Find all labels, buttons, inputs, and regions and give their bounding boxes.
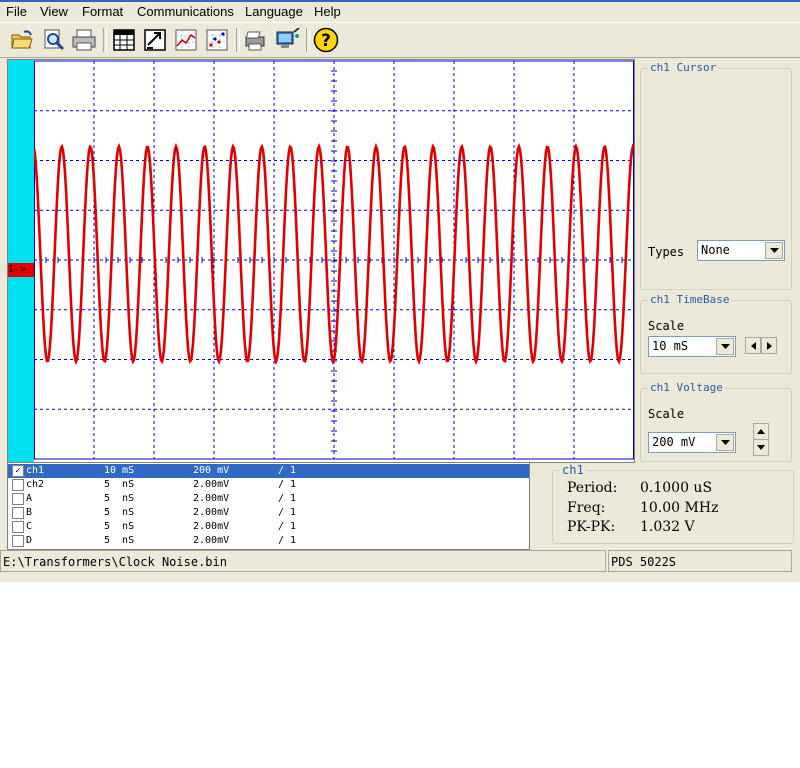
toolbar-separator <box>236 28 240 52</box>
voltage-scale-label: Scale <box>648 407 685 421</box>
table-row[interactable]: A 5 nS 2.00mV / 1 <box>8 492 529 506</box>
device-model: PDS 5022S <box>608 550 792 572</box>
types-select[interactable]: None <box>697 240 785 261</box>
channel-probe: / 1 <box>278 465 297 476</box>
timebase-right-button[interactable] <box>761 337 777 354</box>
freq-label: Freq: <box>567 500 606 516</box>
channel-checkbox[interactable] <box>12 535 24 547</box>
channel-1-marker[interactable]: 1-> <box>8 263 34 277</box>
channel-time: 5 nS <box>104 479 135 490</box>
channel-checkbox[interactable] <box>12 521 24 533</box>
channel-name: C <box>26 521 33 532</box>
channel-volt: 2.00mV <box>193 521 230 532</box>
menu-help[interactable]: Help <box>312 4 343 19</box>
open-folder-icon[interactable] <box>8 26 36 54</box>
waveform-plot[interactable] <box>34 60 634 462</box>
measurement-group: ch1 Period: 0.1000 uS Freq: 10.00 MHz PK… <box>552 463 794 544</box>
channel-time: 5 nS <box>104 507 135 518</box>
help-icon[interactable]: ? <box>312 26 340 54</box>
channel-name: B <box>26 507 33 518</box>
channel-volt: 2.00mV <box>193 479 230 490</box>
channel-list: ✓ ch1 10 mS 200 mV / 1 ch2 5 nS 2.00mV /… <box>7 462 530 550</box>
timebase-left-button[interactable] <box>745 337 761 354</box>
voltage-scale-value: 200 mV <box>652 435 696 449</box>
scope-display: 1-> <box>7 59 635 463</box>
print-preview-icon[interactable] <box>40 26 68 54</box>
toolbar-separator <box>306 28 310 52</box>
menu-format[interactable]: Format <box>80 4 125 19</box>
menu-bar: File View Format Communications Language… <box>0 2 800 22</box>
toolbar: ? <box>0 22 800 58</box>
channel-name: A <box>26 493 33 504</box>
channel-probe: / 1 <box>278 479 297 490</box>
period-label: Period: <box>567 480 618 496</box>
voltage-up-button[interactable] <box>753 423 769 440</box>
channel-name: ch1 <box>26 465 45 476</box>
channel-volt: 2.00mV <box>193 493 230 504</box>
channel-probe: / 1 <box>278 493 297 504</box>
status-bar: E:\Transformers\Clock Noise.bin PDS 5022… <box>0 550 800 574</box>
channel-time: 10 mS <box>104 465 135 476</box>
voltage-down-button[interactable] <box>753 439 769 456</box>
timebase-legend: ch1 TimeBase <box>648 293 732 306</box>
chevron-down-icon[interactable] <box>716 434 734 451</box>
channel-name: ch2 <box>26 479 45 490</box>
table-row[interactable]: D 5 nS 2.00mV / 1 <box>8 534 529 548</box>
file-path: E:\Transformers\Clock Noise.bin <box>0 550 606 572</box>
channel-probe: / 1 <box>278 507 297 518</box>
print-icon[interactable] <box>70 26 98 54</box>
chevron-down-icon[interactable] <box>716 338 734 355</box>
channel-probe: / 1 <box>278 535 297 546</box>
toolbar-separator <box>103 28 107 52</box>
menu-file[interactable]: File <box>4 4 29 19</box>
pkpk-value: 1.032 V <box>640 519 695 535</box>
timebase-scale-label: Scale <box>648 319 685 333</box>
channel-name: D <box>26 535 33 546</box>
table-row[interactable]: B 5 nS 2.00mV / 1 <box>8 506 529 520</box>
table-row[interactable]: C 5 nS 2.00mV / 1 <box>8 520 529 534</box>
cursor-legend: ch1 Cursor <box>648 61 719 74</box>
channel-strip <box>8 60 34 462</box>
menu-communications[interactable]: Communications <box>135 4 236 19</box>
measurement-legend: ch1 <box>560 463 586 477</box>
channel-volt: 2.00mV <box>193 507 230 518</box>
table-icon[interactable] <box>110 26 138 54</box>
period-value: 0.1000 uS <box>640 480 713 496</box>
connect-icon[interactable] <box>274 26 302 54</box>
help-glyph: ? <box>321 31 331 51</box>
voltage-group: ch1 Voltage Scale 200 mV <box>640 381 792 462</box>
printer-setup-icon[interactable] <box>242 26 270 54</box>
channel-time: 5 nS <box>104 493 135 504</box>
channel-checkbox[interactable]: ✓ <box>12 465 24 477</box>
oscilloscope-app: File View Format Communications Language… <box>0 0 800 582</box>
timebase-scale-select[interactable]: 10 mS <box>648 336 736 357</box>
table-row[interactable]: ch2 5 nS 2.00mV / 1 <box>8 478 529 492</box>
timebase-group: ch1 TimeBase Scale 10 mS <box>640 293 792 374</box>
menu-language[interactable]: Language <box>243 4 305 19</box>
channel-time: 5 nS <box>104 535 135 546</box>
voltage-legend: ch1 Voltage <box>648 381 725 394</box>
types-label: Types <box>648 245 685 259</box>
chart-icon[interactable] <box>172 26 200 54</box>
types-value: None <box>701 243 730 257</box>
export-icon[interactable] <box>141 26 169 54</box>
scatter-icon[interactable] <box>203 26 231 54</box>
channel-probe: / 1 <box>278 521 297 532</box>
cursor-group: ch1 Cursor Types None <box>640 61 792 290</box>
table-row[interactable]: ✓ ch1 10 mS 200 mV / 1 <box>8 464 529 478</box>
channel-time: 5 nS <box>104 521 135 532</box>
channel-checkbox[interactable] <box>12 479 24 491</box>
chevron-down-icon[interactable] <box>765 242 783 259</box>
channel-checkbox[interactable] <box>12 493 24 505</box>
channel-volt: 200 mV <box>193 465 230 476</box>
channel-volt: 2.00mV <box>193 535 230 546</box>
channel-checkbox[interactable] <box>12 507 24 519</box>
freq-value: 10.00 MHz <box>640 500 719 516</box>
voltage-scale-select[interactable]: 200 mV <box>648 432 736 453</box>
menu-view[interactable]: View <box>38 4 70 19</box>
pkpk-label: PK-PK: <box>567 519 616 535</box>
timebase-scale-value: 10 mS <box>652 339 689 353</box>
